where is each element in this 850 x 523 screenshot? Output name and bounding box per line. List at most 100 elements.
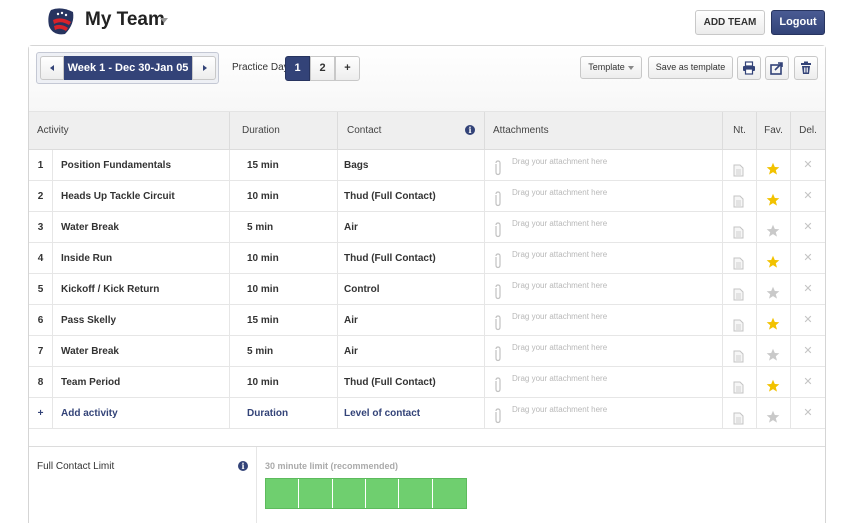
activity-duration[interactable]: 10 min: [230, 274, 338, 305]
activity-name[interactable]: Inside Run: [53, 243, 230, 274]
note-button[interactable]: [723, 181, 757, 212]
table-row[interactable]: 4 Inside Run 10 min Thud (Full Contact) Drag…: [29, 243, 825, 274]
attachment-dropzone[interactable]: Drag your attachment here: [485, 212, 723, 243]
note-button[interactable]: [723, 274, 757, 305]
favorite-button[interactable]: [757, 274, 791, 305]
activity-name[interactable]: Team Period: [53, 367, 230, 398]
attachment-dropzone[interactable]: Drag your attachment here: [485, 305, 723, 336]
table-row[interactable]: 1 Position Fundamentals 15 min Bags Drag you…: [29, 150, 825, 181]
note-button[interactable]: [723, 336, 757, 367]
note-button[interactable]: [723, 367, 757, 398]
team-name[interactable]: My Team: [85, 9, 165, 31]
logout-button[interactable]: Logout: [771, 10, 825, 35]
favorite-button[interactable]: [757, 212, 791, 243]
activity-contact[interactable]: Thud (Full Contact): [338, 181, 485, 212]
next-week-button[interactable]: [192, 56, 216, 80]
delete-plan-button[interactable]: [794, 56, 818, 80]
paperclip-icon: [493, 344, 503, 367]
note-icon: [733, 283, 744, 305]
duration-field[interactable]: Duration: [230, 398, 338, 429]
activity-duration[interactable]: 10 min: [230, 367, 338, 398]
activity-duration[interactable]: 10 min: [230, 243, 338, 274]
activity-contact[interactable]: Air: [338, 336, 485, 367]
limit-info-icon[interactable]: i: [238, 461, 248, 471]
attachment-dropzone[interactable]: Drag your attachment here: [485, 181, 723, 212]
delete-row-button[interactable]: ✕: [791, 398, 825, 429]
favorite-button[interactable]: [757, 305, 791, 336]
note-button[interactable]: [723, 398, 757, 429]
week-label[interactable]: Week 1 - Dec 30-Jan 05: [64, 56, 192, 80]
star-icon: [766, 406, 780, 429]
activity-name[interactable]: Water Break: [53, 212, 230, 243]
activity-duration[interactable]: 10 min: [230, 181, 338, 212]
delete-row-button[interactable]: ✕: [791, 212, 825, 243]
star-icon: [766, 344, 780, 367]
level-of-contact-field[interactable]: Level of contact: [338, 398, 485, 429]
add-team-button[interactable]: ADD TEAM: [695, 10, 765, 35]
activity-name[interactable]: Kickoff / Kick Return: [53, 274, 230, 305]
delete-row-button[interactable]: ✕: [791, 336, 825, 367]
table-row[interactable]: 2 Heads Up Tackle Circuit 10 min Thud (Full…: [29, 181, 825, 212]
note-button[interactable]: [723, 305, 757, 336]
favorite-button[interactable]: [757, 181, 791, 212]
practice-day-2-button[interactable]: 2: [310, 56, 335, 81]
add-activity-row[interactable]: + Add activity Duration Level of contact Dra…: [29, 398, 825, 429]
activity-duration[interactable]: 5 min: [230, 336, 338, 367]
note-icon: [733, 159, 744, 181]
activity-contact[interactable]: Thud (Full Contact): [338, 367, 485, 398]
column-header-duration: Duration: [230, 112, 338, 150]
delete-row-button[interactable]: ✕: [791, 367, 825, 398]
attachment-placeholder: Drag your attachment here: [512, 312, 608, 321]
activity-contact[interactable]: Thud (Full Contact): [338, 243, 485, 274]
print-button[interactable]: [737, 56, 761, 80]
activity-contact[interactable]: Bags: [338, 150, 485, 181]
activity-contact[interactable]: Control: [338, 274, 485, 305]
activity-name[interactable]: Position Fundamentals: [53, 150, 230, 181]
delete-row-button[interactable]: ✕: [791, 305, 825, 336]
attachment-dropzone[interactable]: Drag your attachment here: [485, 336, 723, 367]
activity-duration[interactable]: 15 min: [230, 150, 338, 181]
attachment-dropzone[interactable]: Drag your attachment here: [485, 274, 723, 305]
info-icon[interactable]: i: [465, 125, 475, 135]
add-activity-link[interactable]: Add activity: [53, 398, 230, 429]
practice-day-1-button[interactable]: 1: [285, 56, 310, 81]
attachment-dropzone[interactable]: Drag your attachment here: [485, 243, 723, 274]
activity-name[interactable]: Water Break: [53, 336, 230, 367]
activity-contact[interactable]: Air: [338, 305, 485, 336]
add-practice-day-button[interactable]: +: [335, 56, 360, 81]
table-row[interactable]: 8 Team Period 10 min Thud (Full Contact) Dra…: [29, 367, 825, 398]
activity-duration[interactable]: 5 min: [230, 212, 338, 243]
table-row[interactable]: 5 Kickoff / Kick Return 10 min Control Drag …: [29, 274, 825, 305]
share-button[interactable]: [765, 56, 789, 80]
activity-name[interactable]: Pass Skelly: [53, 305, 230, 336]
attachment-dropzone[interactable]: Drag your attachment here: [485, 150, 723, 181]
note-button[interactable]: [723, 150, 757, 181]
column-header-contact: Contact i: [338, 112, 485, 150]
limit-segment: [332, 479, 366, 508]
favorite-button[interactable]: [757, 150, 791, 181]
template-dropdown-button[interactable]: Template: [580, 56, 642, 79]
previous-week-button[interactable]: [40, 56, 64, 80]
favorite-button[interactable]: [757, 367, 791, 398]
limit-segment: [266, 479, 300, 508]
limit-label-cell: Full Contact Limit i: [29, 447, 257, 523]
note-button[interactable]: [723, 243, 757, 274]
table-row[interactable]: 6 Pass Skelly 15 min Air Drag your attachmen…: [29, 305, 825, 336]
attachment-dropzone[interactable]: Drag your attachment here: [485, 367, 723, 398]
attachment-dropzone[interactable]: Drag your attachment here: [485, 398, 723, 429]
delete-row-button[interactable]: ✕: [791, 274, 825, 305]
favorite-button[interactable]: [757, 336, 791, 367]
activity-duration[interactable]: 15 min: [230, 305, 338, 336]
delete-row-button[interactable]: ✕: [791, 150, 825, 181]
favorite-button[interactable]: [757, 243, 791, 274]
favorite-button[interactable]: [757, 398, 791, 429]
activity-name[interactable]: Heads Up Tackle Circuit: [53, 181, 230, 212]
save-as-template-button[interactable]: Save as template: [648, 56, 733, 79]
delete-row-button[interactable]: ✕: [791, 181, 825, 212]
note-button[interactable]: [723, 212, 757, 243]
activity-contact[interactable]: Air: [338, 212, 485, 243]
delete-row-button[interactable]: ✕: [791, 243, 825, 274]
team-dropdown-chevron-icon[interactable]: [160, 18, 168, 23]
table-row[interactable]: 7 Water Break 5 min Air Drag your attachment…: [29, 336, 825, 367]
table-row[interactable]: 3 Water Break 5 min Air Drag your attachment…: [29, 212, 825, 243]
